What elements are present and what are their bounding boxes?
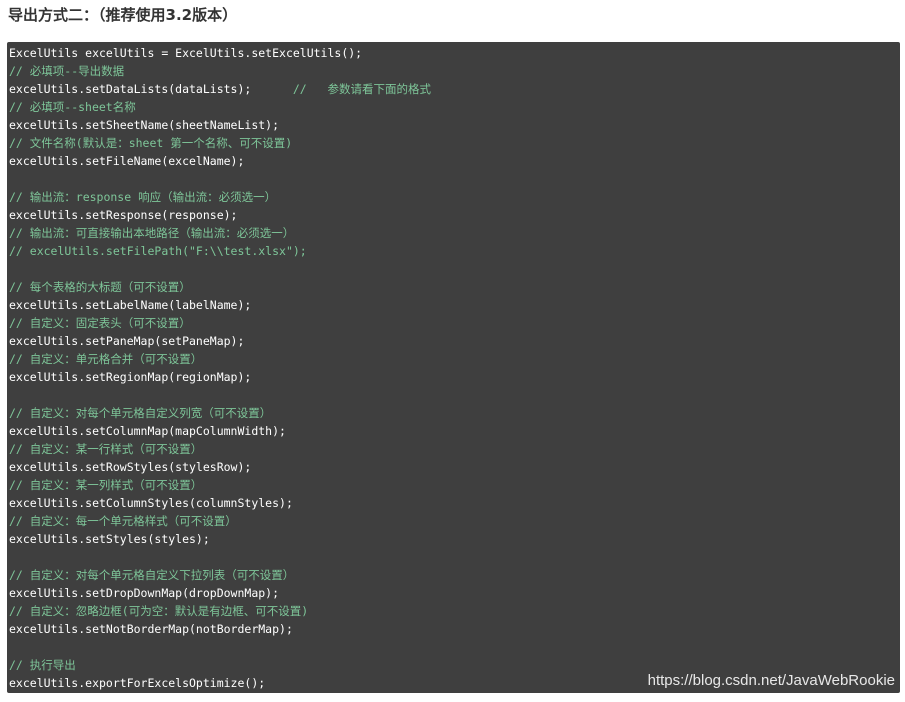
code-line: excelUtils.setDropDownMap(dropDownMap); <box>7 584 900 602</box>
code-text: excelUtils.setColumnStyles(columnStyles)… <box>9 496 293 510</box>
code-text: excelUtils.setNotBorderMap(notBorderMap)… <box>9 622 293 636</box>
blog-page: 导出方式二：（推荐使用3.2版本） ExcelUtils excelUtils … <box>0 0 905 702</box>
code-lines: ExcelUtils excelUtils = ExcelUtils.setEx… <box>7 44 900 692</box>
code-comment-line: // 文件名称(默认是：sheet 第一个名称、可不设置) <box>7 134 900 152</box>
code-line: excelUtils.setPaneMap(setPaneMap); <box>7 332 900 350</box>
code-text: excelUtils.setSheetName(sheetNameList); <box>9 118 280 132</box>
code-text: excelUtils.setDataLists(dataLists); <box>9 82 293 96</box>
watermark-text: https://blog.csdn.net/JavaWebRookie <box>647 672 895 689</box>
code-text: excelUtils.setRowStyles(stylesRow); <box>9 460 252 474</box>
code-text: excelUtils.exportForExcelsOptimize(); <box>9 676 266 690</box>
code-blank-line <box>7 548 900 566</box>
code-comment-line: // 自定义：对每个单元格自定义列宽（可不设置） <box>7 404 900 422</box>
code-text: // 自定义：对每个单元格自定义列宽（可不设置） <box>9 406 272 420</box>
code-text: // 自定义：对每个单元格自定义下拉列表（可不设置） <box>9 568 295 582</box>
section-heading: 导出方式二：（推荐使用3.2版本） <box>8 6 238 24</box>
code-text: excelUtils.setStyles(styles); <box>9 532 210 546</box>
code-text: // 输出流：response 响应（输出流：必须选一） <box>9 190 277 204</box>
code-text: // 输出流：可直接输出本地路径（输出流：必须选一） <box>9 226 295 240</box>
code-line: excelUtils.setFileName(excelName); <box>7 152 900 170</box>
code-text: // 执行导出 <box>9 658 76 672</box>
code-line: excelUtils.setDataLists(dataLists); // 参… <box>7 80 900 98</box>
code-line: excelUtils.setSheetName(sheetNameList); <box>7 116 900 134</box>
code-blank-line <box>7 170 900 188</box>
code-comment-line: // 每个表格的大标题（可不设置） <box>7 278 900 296</box>
code-comment-line: // 自定义：单元格合并（可不设置） <box>7 350 900 368</box>
code-text: // 自定义：忽略边框(可为空：默认是有边框、可不设置) <box>9 604 309 618</box>
code-comment-line: // 自定义：忽略边框(可为空：默认是有边框、可不设置) <box>7 602 900 620</box>
code-comment-line: // 必填项--导出数据 <box>7 62 900 80</box>
code-line: ExcelUtils excelUtils = ExcelUtils.setEx… <box>7 44 900 62</box>
code-comment-line: // 自定义：对每个单元格自定义下拉列表（可不设置） <box>7 566 900 584</box>
code-text: // 文件名称(默认是：sheet 第一个名称、可不设置) <box>9 136 293 150</box>
code-text: // 必填项--导出数据 <box>9 64 125 78</box>
code-text: // 自定义：某一行样式（可不设置） <box>9 442 203 456</box>
code-text: // 自定义：单元格合并（可不设置） <box>9 352 203 366</box>
code-text: excelUtils.setFileName(excelName); <box>9 154 245 168</box>
code-line: excelUtils.setLabelName(labelName); <box>7 296 900 314</box>
code-line: excelUtils.setRowStyles(stylesRow); <box>7 458 900 476</box>
code-line: excelUtils.setRegionMap(regionMap); <box>7 368 900 386</box>
code-text: ExcelUtils excelUtils = ExcelUtils.setEx… <box>9 46 363 60</box>
code-line: excelUtils.setColumnStyles(columnStyles)… <box>7 494 900 512</box>
code-comment-line: // excelUtils.setFilePath("F:\\test.xlsx… <box>7 242 900 260</box>
code-comment-line: // 输出流：response 响应（输出流：必须选一） <box>7 188 900 206</box>
code-blank-line <box>7 638 900 656</box>
code-comment-line: // 自定义：固定表头（可不设置） <box>7 314 900 332</box>
code-line: excelUtils.setColumnMap(mapColumnWidth); <box>7 422 900 440</box>
code-blank-line <box>7 386 900 404</box>
code-line: excelUtils.setResponse(response); <box>7 206 900 224</box>
code-text: // 自定义：每一个单元格样式（可不设置） <box>9 514 237 528</box>
code-text: // 自定义：某一列样式（可不设置） <box>9 478 203 492</box>
inline-comment: // 参数请看下面的格式 <box>292 82 431 96</box>
code-line: excelUtils.setStyles(styles); <box>7 530 900 548</box>
code-text: excelUtils.setColumnMap(mapColumnWidth); <box>9 424 286 438</box>
code-comment-line: // 自定义：每一个单元格样式（可不设置） <box>7 512 900 530</box>
code-comment-line: // 必填项--sheet名称 <box>7 98 900 116</box>
code-line: excelUtils.setNotBorderMap(notBorderMap)… <box>7 620 900 638</box>
code-text: excelUtils.setResponse(response); <box>9 208 238 222</box>
code-text: // 必填项--sheet名称 <box>9 100 136 114</box>
code-text: excelUtils.setDropDownMap(dropDownMap); <box>9 586 280 600</box>
code-text: // 每个表格的大标题（可不设置） <box>9 280 191 294</box>
code-text: // 自定义：固定表头（可不设置） <box>9 316 191 330</box>
code-text: excelUtils.setLabelName(labelName); <box>9 298 252 312</box>
code-text: // excelUtils.setFilePath("F:\\test.xlsx… <box>9 244 307 258</box>
code-comment-line: // 自定义：某一行样式（可不设置） <box>7 440 900 458</box>
code-text: excelUtils.setPaneMap(setPaneMap); <box>9 334 245 348</box>
code-comment-line: // 自定义：某一列样式（可不设置） <box>7 476 900 494</box>
code-block[interactable]: ExcelUtils excelUtils = ExcelUtils.setEx… <box>7 42 900 693</box>
code-blank-line <box>7 260 900 278</box>
code-text: excelUtils.setRegionMap(regionMap); <box>9 370 252 384</box>
code-comment-line: // 输出流：可直接输出本地路径（输出流：必须选一） <box>7 224 900 242</box>
